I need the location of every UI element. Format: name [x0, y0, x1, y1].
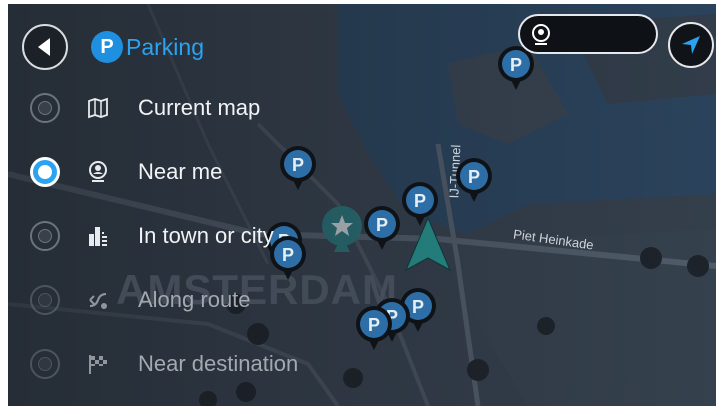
option-label: In town or city [138, 223, 274, 248]
radio-button[interactable] [30, 93, 60, 123]
header: P Parking [8, 4, 716, 80]
back-arrow-icon [38, 38, 50, 56]
svg-text:P: P [412, 297, 424, 317]
svg-text:P: P [468, 167, 480, 187]
city-icon [89, 227, 107, 246]
option-near-destination[interactable]: Near destination [8, 336, 338, 392]
radio-button-disabled[interactable] [30, 349, 60, 379]
parking-pin-marker[interactable]: P [454, 156, 494, 206]
radio-button-selected[interactable] [30, 157, 60, 187]
option-label: Along route [138, 287, 251, 312]
option-in-town-or-city[interactable]: In town or city [8, 208, 338, 264]
navigate-button[interactable] [668, 22, 714, 68]
option-near-me[interactable]: Near me [8, 144, 338, 200]
person-location-icon [89, 161, 107, 182]
option-current-map[interactable]: Current map [8, 80, 338, 136]
parking-pin-marker[interactable]: P [354, 304, 394, 354]
navigation-arrow-icon [682, 36, 700, 54]
option-label: Current map [138, 95, 261, 120]
parking-pin-marker[interactable]: P [362, 204, 402, 254]
svg-text:P: P [376, 215, 388, 235]
map-icon [88, 97, 108, 119]
option-along-route[interactable]: Along route [8, 272, 338, 328]
page-title: Parking [126, 34, 204, 60]
screen: AMSTERDAM Piet Heinkade IJ-Tunnel PPPPPP… [8, 4, 716, 406]
location-pin-icon [532, 24, 550, 45]
search-field[interactable] [518, 14, 658, 54]
parking-category-icon: P [91, 31, 123, 63]
option-label: Near destination [138, 351, 299, 376]
radio-button[interactable] [30, 221, 60, 251]
route-icon [89, 293, 107, 309]
svg-text:P: P [414, 191, 426, 211]
parking-pin-marker[interactable]: P [400, 180, 440, 230]
checkered-flag-icon [89, 355, 107, 374]
option-label: Near me [138, 159, 223, 184]
back-button[interactable] [22, 24, 68, 70]
svg-text:P: P [368, 315, 380, 335]
radio-button-disabled[interactable] [30, 285, 60, 315]
